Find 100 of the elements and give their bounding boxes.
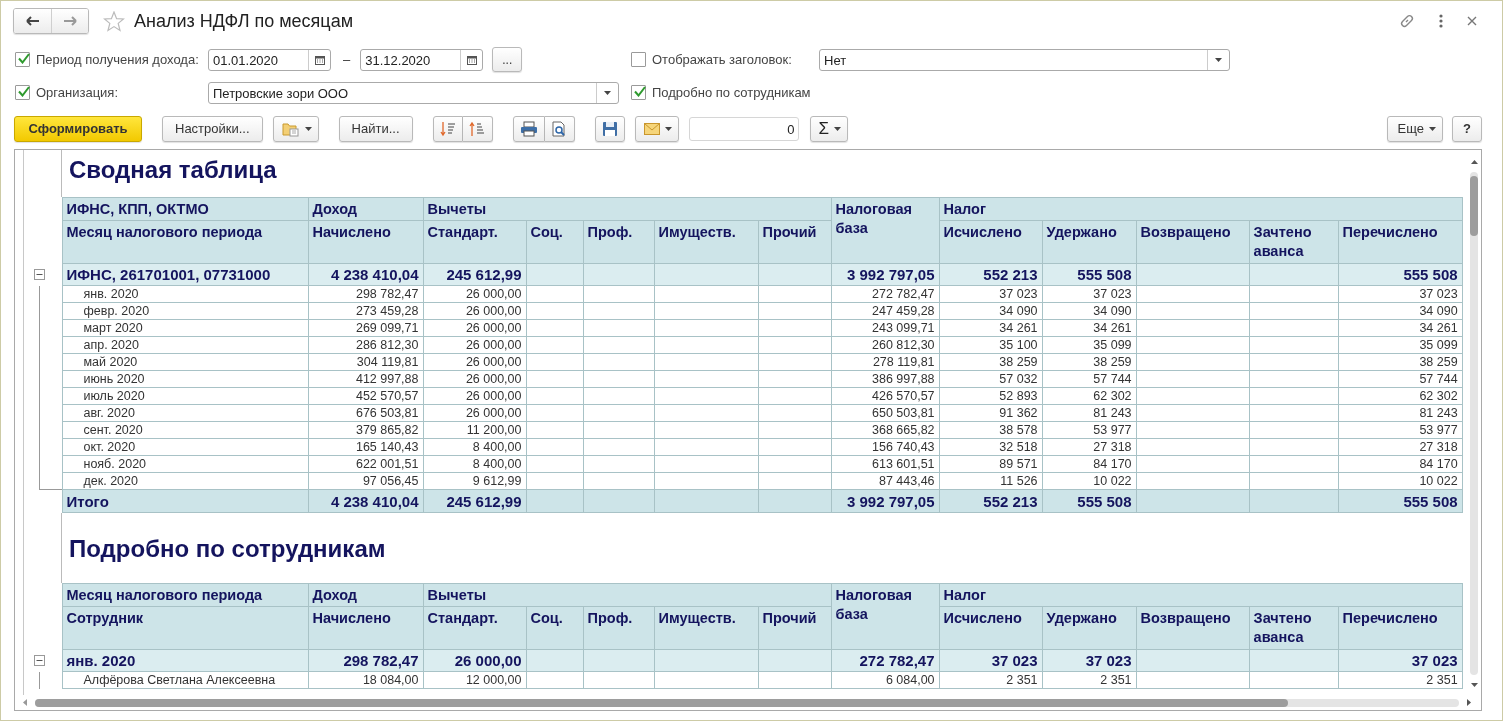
close-icon[interactable] bbox=[1467, 16, 1477, 26]
scroll-right-icon[interactable] bbox=[1467, 699, 1471, 706]
envelope-icon bbox=[643, 122, 660, 135]
table-cell: 426 570,57 bbox=[831, 387, 940, 405]
more-button[interactable]: Еще bbox=[1386, 115, 1444, 142]
send-email-button[interactable] bbox=[634, 115, 679, 142]
table-cell: 6 084,00 bbox=[831, 671, 940, 689]
table-cell: 87 443,46 bbox=[831, 472, 940, 490]
table-cell: 165 140,43 bbox=[308, 438, 423, 456]
table-cell: 35 099 bbox=[1338, 336, 1463, 354]
table-cell: 2 351 bbox=[1042, 671, 1137, 689]
table-cell: 11 526 bbox=[939, 472, 1043, 490]
sort-ascending-button[interactable] bbox=[462, 115, 493, 142]
scroll-thumb[interactable] bbox=[1470, 176, 1478, 236]
table-cell: 89 571 bbox=[939, 455, 1043, 473]
table-cell: 18 084,00 bbox=[308, 671, 423, 689]
save-button[interactable] bbox=[594, 115, 625, 142]
table-cell: ИФНС, 261701001, 07731000 bbox=[62, 263, 308, 286]
sort-descending-icon bbox=[439, 120, 456, 137]
column-header: Возвращено bbox=[1136, 220, 1250, 264]
table-cell: 8 400,00 bbox=[423, 455, 526, 473]
column-header: Налоговая база bbox=[831, 197, 940, 264]
scroll-down-icon[interactable] bbox=[1470, 683, 1478, 687]
table-cell: янв. 2020 bbox=[62, 649, 308, 672]
link-icon[interactable] bbox=[1399, 13, 1415, 29]
table-cell: 9 612,99 bbox=[423, 472, 526, 490]
period-select-button[interactable]: ... bbox=[492, 47, 523, 72]
checkbox[interactable] bbox=[15, 52, 30, 67]
table-cell: май 2020 bbox=[62, 353, 308, 371]
table-cell: сент. 2020 bbox=[62, 421, 308, 439]
checkbox[interactable] bbox=[15, 85, 30, 100]
sort-descending-button[interactable] bbox=[432, 115, 463, 142]
column-header: Доход bbox=[308, 197, 423, 221]
settings-button[interactable]: Настройки... bbox=[162, 115, 263, 142]
column-header: Проф. bbox=[583, 606, 654, 650]
table-cell: 84 170 bbox=[1042, 455, 1137, 473]
date-field[interactable]: 01.01.2020 bbox=[208, 48, 331, 71]
column-header: Вычеты bbox=[423, 197, 832, 221]
variants-button[interactable] bbox=[272, 115, 319, 142]
sum-button[interactable]: Σ bbox=[809, 115, 849, 142]
dropdown-field[interactable]: Нет bbox=[819, 48, 1230, 71]
back-button[interactable] bbox=[14, 9, 51, 33]
table-cell: 4 238 410,04 bbox=[308, 489, 423, 513]
forward-arrow-icon bbox=[63, 16, 77, 26]
table-cell: авг. 2020 bbox=[62, 404, 308, 422]
table-cell: 37 023 bbox=[939, 285, 1043, 303]
field-label: Организация: bbox=[36, 85, 119, 100]
table-cell: 34 090 bbox=[1338, 302, 1463, 320]
column-header: Перечислено bbox=[1338, 606, 1463, 650]
field-label: Подробно по сотрудникам bbox=[652, 85, 811, 100]
table-cell: 26 000,00 bbox=[423, 353, 526, 371]
checkbox[interactable] bbox=[631, 52, 646, 67]
column-header: Зачтено аванса bbox=[1249, 220, 1339, 264]
print-button[interactable] bbox=[512, 115, 545, 142]
table-cell: 35 100 bbox=[939, 336, 1043, 354]
favorite-star-icon[interactable] bbox=[103, 10, 125, 32]
table-cell: 38 259 bbox=[939, 353, 1043, 371]
generate-button[interactable]: Сформировать bbox=[14, 115, 142, 142]
table-cell: 57 744 bbox=[1338, 370, 1463, 388]
table-cell: 11 200,00 bbox=[423, 421, 526, 439]
printer-icon bbox=[519, 120, 538, 137]
checkbox[interactable] bbox=[631, 85, 646, 100]
table-cell: 156 740,43 bbox=[831, 438, 940, 456]
caret-icon bbox=[1215, 57, 1222, 62]
find-button[interactable]: Найти... bbox=[338, 115, 413, 142]
collapse-icon[interactable] bbox=[34, 655, 45, 666]
table-cell: 81 243 bbox=[1042, 404, 1137, 422]
scroll-left-icon[interactable] bbox=[23, 699, 27, 706]
amount-field[interactable]: 0 bbox=[688, 116, 799, 141]
column-header: ИФНС, КПП, ОКТМО bbox=[62, 197, 308, 221]
column-header: Имуществ. bbox=[654, 606, 758, 650]
column-header: Проф. bbox=[583, 220, 654, 264]
column-header: Начислено bbox=[308, 220, 423, 264]
table-cell: 26 000,00 bbox=[423, 370, 526, 388]
table-cell: 26 000,00 bbox=[423, 285, 526, 303]
table-cell: 26 000,00 bbox=[423, 404, 526, 422]
column-header: Вычеты bbox=[423, 583, 832, 607]
more-options-icon[interactable] bbox=[1439, 14, 1443, 28]
table-cell: 247 459,28 bbox=[831, 302, 940, 320]
scroll-thumb[interactable] bbox=[35, 698, 1289, 707]
column-header: Налоговая база bbox=[831, 583, 940, 650]
table-cell: 278 119,81 bbox=[831, 353, 940, 371]
table-cell: 81 243 bbox=[1338, 404, 1463, 422]
table-cell: 12 000,00 bbox=[423, 671, 526, 689]
table-cell: апр. 2020 bbox=[62, 336, 308, 354]
date-field[interactable]: 31.12.2020 bbox=[360, 48, 484, 71]
column-header: Перечислено bbox=[1338, 220, 1463, 264]
help-button[interactable]: ? bbox=[1452, 115, 1482, 142]
table-cell: Алфёрова Светлана Алексеевна bbox=[62, 671, 308, 689]
collapse-icon[interactable] bbox=[34, 269, 45, 280]
scroll-up-icon[interactable] bbox=[1470, 160, 1478, 164]
table-cell: янв. 2020 bbox=[62, 285, 308, 303]
table-cell: 26 000,00 bbox=[423, 387, 526, 405]
table-cell: 260 812,30 bbox=[831, 336, 940, 354]
print-preview-button[interactable] bbox=[544, 115, 575, 142]
dropdown-field[interactable]: Петровские зори ООО bbox=[208, 81, 619, 104]
table-cell: март 2020 bbox=[62, 319, 308, 337]
column-header: Месяц налогового периода bbox=[62, 220, 308, 264]
table-cell: 84 170 bbox=[1338, 455, 1463, 473]
column-header: Налог bbox=[939, 583, 1463, 607]
